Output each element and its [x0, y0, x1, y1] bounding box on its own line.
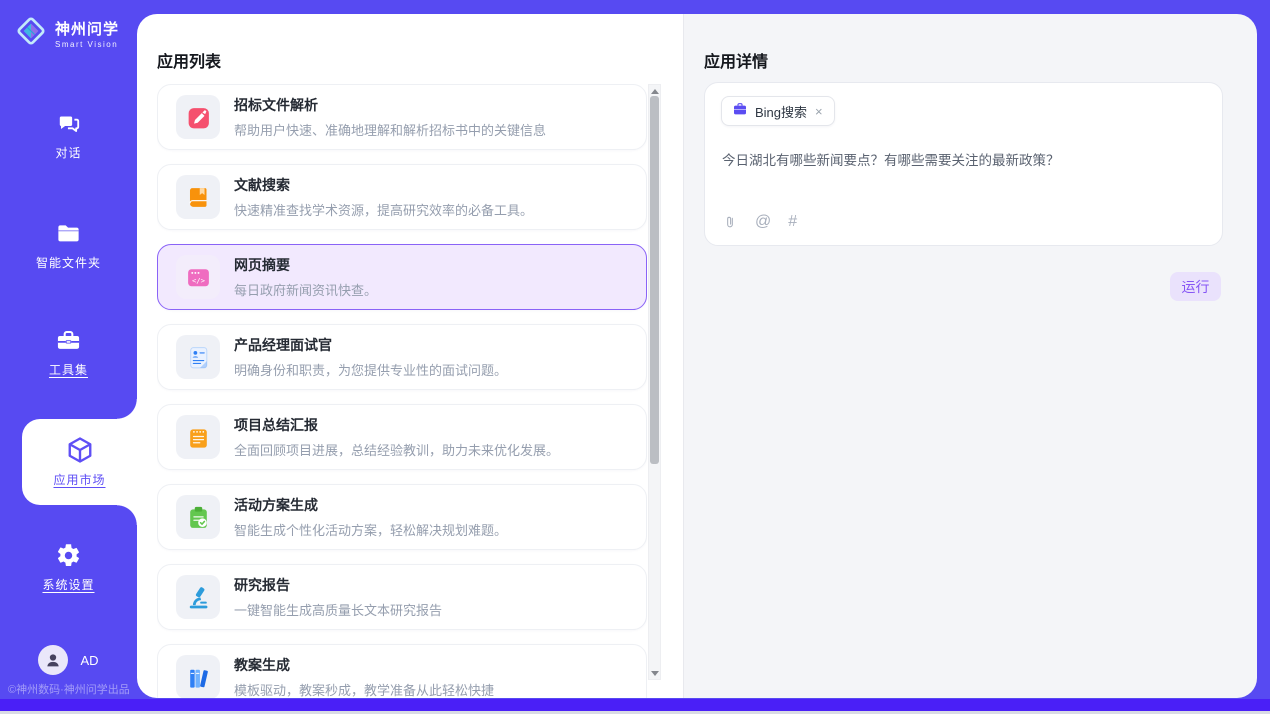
sidebar-item-5[interactable]: 系统设置 — [0, 542, 137, 593]
scrollbar-thumb[interactable] — [650, 96, 659, 464]
logo: 神州问学 Smart Vision — [14, 14, 119, 53]
sidebar-item-2[interactable]: 智能文件夹 — [0, 220, 137, 271]
sidebar-item-3[interactable]: 工具集 — [0, 327, 137, 378]
app-item-desc: 快速精准查找学术资源，提高研究效率的必备工具。 — [234, 200, 533, 219]
app-item-desc: 帮助用户快速、准确地理解和解析招标书中的关键信息 — [234, 120, 546, 139]
app-item-desc: 智能生成个性化活动方案，轻松解决规划难题。 — [234, 520, 507, 539]
app-list-item[interactable]: 文献搜索快速精准查找学术资源，提高研究效率的必备工具。 — [157, 164, 647, 230]
sidebar-item-label: 系统设置 — [42, 576, 94, 593]
bottom-accent-bar — [0, 699, 1270, 711]
query-input[interactable]: 今日湖北有哪些新闻要点？有哪些需要关注的最新政策？ — [722, 152, 1206, 171]
app-item-desc: 全面回顾项目进展，总结经验教训，助力未来优化发展。 — [234, 440, 559, 459]
document-edit-icon — [176, 95, 220, 139]
app-list-item[interactable]: 项目总结汇报全面回顾项目进展，总结经验教训，助力未来优化发展。 — [157, 404, 647, 470]
app-item-title: 文献搜索 — [234, 175, 533, 195]
sidebar-item-4[interactable]: 应用市场 — [22, 419, 137, 505]
app-list-title: 应用列表 — [157, 48, 221, 72]
app-detail-panel: 应用详情 Bing搜索 × 今日湖北有哪些新闻要点？有哪些需要关注的最新政策？ … — [683, 14, 1257, 698]
app-item-desc: 一键智能生成高质量长文本研究报告 — [234, 600, 442, 619]
copyright: ©神州数码·神州问学出品 — [8, 681, 130, 697]
tag-close-icon[interactable]: × — [814, 104, 824, 119]
app-list-item[interactable]: 产品经理面试官明确身份和职责，为您提供专业性的面试问题。 — [157, 324, 647, 390]
sidebar-item-label: 工具集 — [49, 361, 88, 378]
toolbox-icon — [55, 327, 82, 354]
book-icon — [176, 175, 220, 219]
logo-subtitle: Smart Vision — [55, 40, 119, 49]
tool-tag[interactable]: Bing搜索 × — [721, 96, 835, 126]
app-item-title: 网页摘要 — [234, 255, 377, 275]
web-code-icon: </> — [176, 255, 220, 299]
app-list: 招标文件解析帮助用户快速、准确地理解和解析招标书中的关键信息 文献搜索快速精准查… — [157, 84, 647, 698]
app-item-title: 活动方案生成 — [234, 495, 507, 515]
resume-icon — [176, 335, 220, 379]
avatar — [38, 645, 68, 675]
at-icon[interactable]: @ — [755, 214, 771, 230]
logo-title: 神州问学 — [55, 18, 119, 39]
app-list-item[interactable]: 研究报告一键智能生成高质量长文本研究报告 — [157, 564, 647, 630]
app-list-item[interactable]: </> 网页摘要每日政府新闻资讯快查。 — [157, 244, 647, 310]
books-icon — [176, 655, 220, 698]
logo-text: 神州问学 Smart Vision — [55, 18, 119, 49]
clipboard-check-icon — [176, 495, 220, 539]
app-list-item[interactable]: 教案生成模板驱动，教案秒成，教学准备从此轻松快捷 — [157, 644, 647, 698]
app-item-desc: 模板驱动，教案秒成，教学准备从此轻松快捷 — [234, 680, 494, 698]
sidebar: 神州问学 Smart Vision 对话 智能文件夹 工具集 应用市场 系统设置… — [0, 0, 137, 714]
app-item-title: 项目总结汇报 — [234, 415, 559, 435]
sidebar-item-1[interactable]: 对话 — [0, 110, 137, 161]
app-list-item[interactable]: 招标文件解析帮助用户快速、准确地理解和解析招标书中的关键信息 — [157, 84, 647, 150]
app-detail-title: 应用详情 — [704, 48, 768, 72]
sidebar-item-label: 对话 — [55, 144, 81, 161]
query-card: Bing搜索 × 今日湖北有哪些新闻要点？有哪些需要关注的最新政策？ @# — [704, 82, 1223, 246]
main-container: 应用列表 招标文件解析帮助用户快速、准确地理解和解析招标书中的关键信息 文献搜索… — [137, 14, 1257, 698]
user-row[interactable]: AD — [0, 645, 137, 675]
cube-icon — [65, 437, 95, 464]
app-item-title: 教案生成 — [234, 655, 494, 675]
sidebar-item-label: 智能文件夹 — [36, 254, 101, 271]
hash-icon[interactable]: # — [788, 214, 797, 230]
folder-icon — [55, 220, 82, 247]
app-item-title: 研究报告 — [234, 575, 442, 595]
user-name: AD — [80, 653, 98, 668]
app-item-title: 产品经理面试官 — [234, 335, 507, 355]
chat-icon — [56, 110, 82, 137]
app-item-desc: 明确身份和职责，为您提供专业性的面试问题。 — [234, 360, 507, 379]
sidebar-item-label: 应用市场 — [53, 471, 105, 488]
app-list-panel: 应用列表 招标文件解析帮助用户快速、准确地理解和解析招标书中的关键信息 文献搜索… — [137, 14, 683, 698]
tool-tag-label: Bing搜索 — [755, 102, 807, 121]
run-button[interactable]: 运行 — [1170, 272, 1221, 301]
app-root: 神州问学 Smart Vision 对话 智能文件夹 工具集 应用市场 系统设置… — [0, 0, 1270, 714]
microscope-icon — [176, 575, 220, 619]
app-item-desc: 每日政府新闻资讯快查。 — [234, 280, 377, 299]
scrollbar-down-arrow-icon[interactable] — [649, 667, 660, 679]
briefcase-icon — [732, 101, 748, 122]
app-list-item[interactable]: 活动方案生成智能生成个性化活动方案，轻松解决规划难题。 — [157, 484, 647, 550]
scrollbar[interactable] — [648, 84, 661, 680]
svg-text:</>: </> — [191, 276, 205, 285]
gear-icon — [55, 542, 82, 569]
attachment-toolbar: @# — [722, 213, 797, 231]
paperclip-icon[interactable] — [722, 213, 738, 231]
logo-diamond-icon — [14, 14, 48, 53]
app-item-title: 招标文件解析 — [234, 95, 546, 115]
notebook-icon — [176, 415, 220, 459]
